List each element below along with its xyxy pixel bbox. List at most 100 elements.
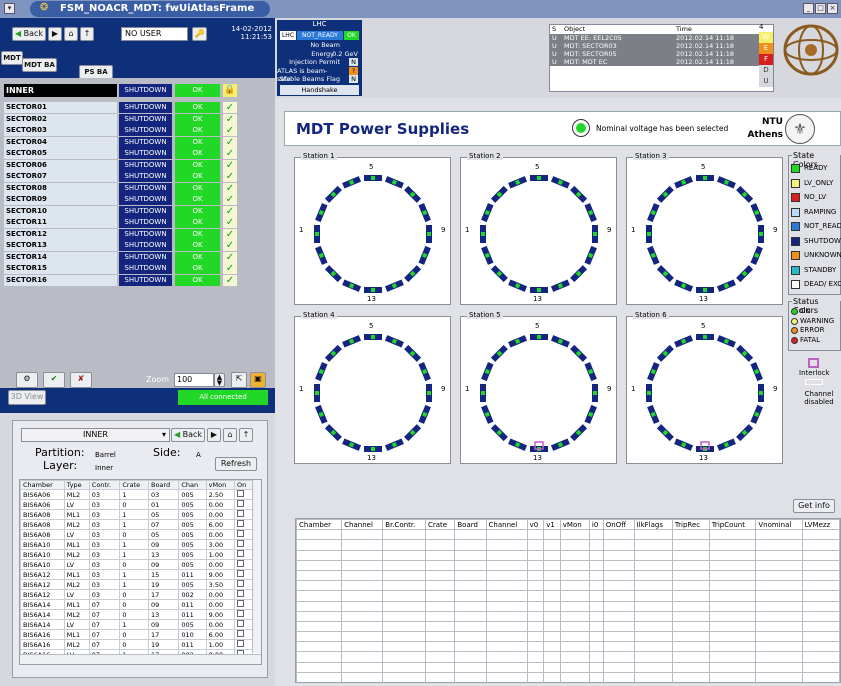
on-checkbox[interactable] (234, 619, 253, 630)
chamber-block[interactable] (696, 334, 714, 340)
chamber-block[interactable] (481, 362, 494, 382)
chamber-block[interactable] (315, 404, 328, 424)
check-icon[interactable]: ✓ (223, 263, 237, 274)
chamber-home-button[interactable]: ⌂ (223, 428, 237, 442)
sector-row[interactable]: SECTOR01 SHUTDOWN OK ✓ (0, 102, 240, 113)
layer-select[interactable]: INNER ▾ (21, 428, 170, 442)
minimize-button[interactable]: _ (803, 3, 814, 14)
chamber-block[interactable] (364, 175, 382, 181)
chamber-block[interactable] (426, 225, 432, 243)
checkbox-icon[interactable] (237, 600, 245, 607)
grid-col-header[interactable]: Br.Contr. (382, 519, 426, 531)
sector-row[interactable]: SECTOR07 SHUTDOWN OK ✓ (0, 171, 240, 182)
sector-row[interactable]: SECTOR03 SHUTDOWN OK ✓ (0, 125, 240, 136)
chamber-col-header[interactable]: Contr. (88, 480, 121, 490)
back-button[interactable]: ◀ Back (12, 27, 46, 41)
grid-col-header[interactable]: i0 (588, 519, 604, 531)
grid-col-header[interactable]: TripCount (708, 519, 757, 531)
refresh-button[interactable]: Refresh (215, 457, 257, 471)
enable-button[interactable]: ✔ (43, 372, 65, 388)
chamber-block[interactable] (656, 265, 674, 283)
chamber-block[interactable] (736, 265, 754, 283)
tab-mdt[interactable]: MDT (1, 51, 23, 65)
chamber-block[interactable] (716, 438, 736, 451)
chamber-block[interactable] (508, 335, 528, 348)
chamber-block[interactable] (480, 225, 486, 243)
chamber-block[interactable] (570, 424, 588, 442)
chamber-col-header[interactable]: Crate (119, 480, 149, 490)
chamber-block[interactable] (508, 176, 528, 189)
chamber-block[interactable] (584, 404, 597, 424)
chamber-block[interactable] (696, 175, 714, 181)
chamber-block[interactable] (418, 203, 431, 223)
checkbox-icon[interactable] (237, 570, 245, 577)
chamber-row[interactable]: BIS6A08 ML1 03 1 05 005 0.00 (20, 509, 253, 520)
chamber-block[interactable] (490, 265, 508, 283)
chamber-block[interactable] (315, 362, 328, 382)
chamber-block[interactable] (647, 404, 660, 424)
chamber-block[interactable] (364, 446, 382, 452)
chamber-block[interactable] (550, 176, 570, 189)
chamber-block[interactable] (758, 384, 764, 402)
chamber-row[interactable]: BIS6A12 ML2 03 1 19 005 3.50 (20, 579, 253, 590)
check-icon[interactable]: ✓ (223, 274, 237, 286)
grid-col-header[interactable]: v1 (543, 519, 561, 531)
chamber-block[interactable] (674, 176, 694, 189)
on-checkbox[interactable] (234, 529, 253, 540)
chamber-block[interactable] (342, 176, 362, 189)
chamber-forward-button[interactable]: ▶ (207, 428, 221, 442)
chamber-block[interactable] (758, 225, 764, 243)
check-icon[interactable]: ✓ (223, 113, 237, 125)
chamber-block[interactable] (550, 438, 570, 451)
check-icon[interactable]: ✓ (223, 228, 237, 240)
chamber-block[interactable] (592, 225, 598, 243)
chamber-block[interactable] (647, 362, 660, 382)
sector-row[interactable]: SECTOR10 SHUTDOWN OK ✓ (0, 205, 240, 217)
pick-button[interactable]: ⇱ (231, 372, 247, 388)
top-node-row[interactable]: INNER SHUTDOWN OK 🔒 (0, 84, 275, 97)
sector-row[interactable]: SECTOR13 SHUTDOWN OK ✓ (0, 240, 240, 251)
chamber-col-header[interactable]: Chamber (20, 480, 65, 490)
check-icon[interactable]: ✓ (223, 217, 237, 228)
chamber-block[interactable] (480, 384, 486, 402)
chamber-row[interactable]: BIS6A16 ML1 07 0 17 010 6.00 (20, 629, 253, 640)
grid-col-header[interactable]: Channel (485, 519, 528, 531)
on-checkbox[interactable] (234, 599, 253, 610)
chamber-block[interactable] (481, 203, 494, 223)
check-icon[interactable]: ✓ (223, 148, 237, 159)
on-checkbox[interactable] (234, 589, 253, 600)
lock-icon[interactable]: 🔒 (223, 84, 237, 97)
checkbox-icon[interactable] (237, 530, 245, 537)
chamber-row[interactable]: BIS6A14 LV 07 1 09 005 0.00 (20, 619, 253, 630)
chamber-block[interactable] (490, 424, 508, 442)
horizontal-scrollbar[interactable] (20, 654, 261, 664)
handshake-button[interactable]: Handshake (280, 85, 359, 95)
chamber-block[interactable] (716, 176, 736, 189)
chamber-col-header[interactable]: Board (147, 480, 180, 490)
check-icon[interactable]: ✓ (223, 240, 237, 251)
chamber-block[interactable] (324, 424, 342, 442)
chamber-row[interactable]: BIS6A12 ML1 03 1 15 011 9.00 (20, 569, 253, 580)
chamber-block[interactable] (716, 335, 736, 348)
chamber-block[interactable] (570, 344, 588, 362)
chamber-row[interactable]: BIS6A12 LV 03 0 17 002 0.00 (20, 589, 253, 600)
checkbox-icon[interactable] (237, 610, 245, 617)
chamber-row[interactable]: BIS6A14 ML1 07 0 09 011 0.00 (20, 599, 253, 610)
chamber-row[interactable]: BIS6A10 LV 03 0 09 005 0.00 (20, 559, 253, 570)
grid-col-header[interactable]: IlkFlags (633, 519, 673, 531)
disable-button[interactable]: ✘ (70, 372, 92, 388)
chamber-block[interactable] (364, 287, 382, 293)
chamber-block[interactable] (656, 424, 674, 442)
sector-row[interactable]: SECTOR15 SHUTDOWN OK ✓ (0, 263, 240, 274)
grid-col-header[interactable]: vMon (559, 519, 590, 531)
chamber-block[interactable] (324, 344, 342, 362)
grid-col-header[interactable]: Chamber (296, 519, 343, 531)
chamber-block[interactable] (342, 438, 362, 451)
user-field[interactable]: NO USER (121, 27, 188, 41)
chamber-col-header[interactable]: Chan (178, 480, 207, 490)
forward-button[interactable]: ▶ (48, 27, 62, 41)
check-icon[interactable]: ✓ (223, 205, 237, 217)
grid-col-header[interactable]: Crate (424, 519, 456, 531)
chamber-row[interactable]: BIS6A06 LV 03 0 01 005 0.00 (20, 499, 253, 510)
chamber-block[interactable] (750, 362, 763, 382)
